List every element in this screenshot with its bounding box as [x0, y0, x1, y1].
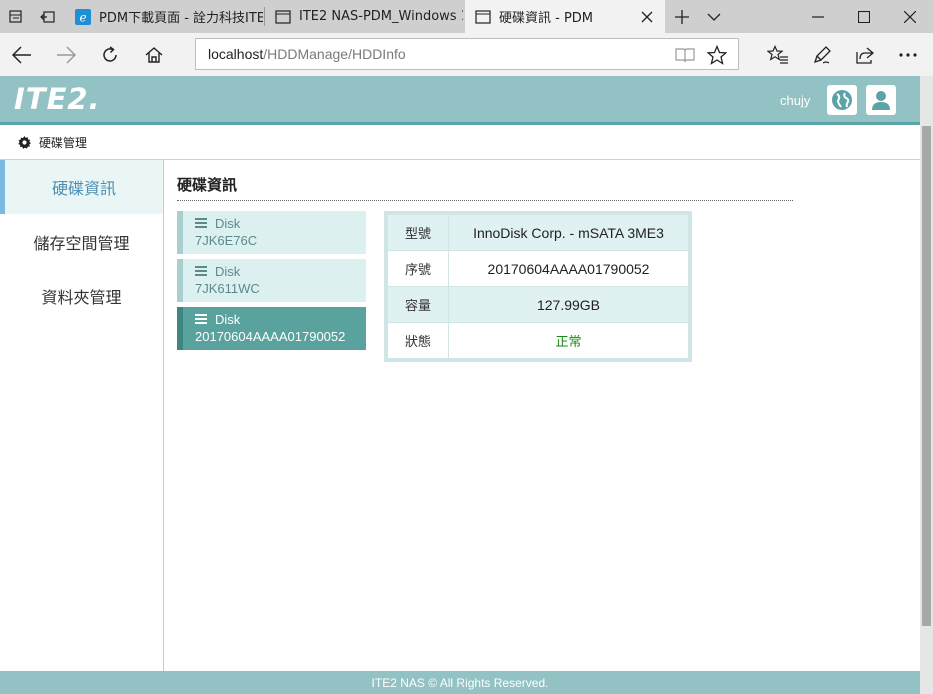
info-value: 127.99GB — [448, 286, 689, 323]
web-note-pen-icon[interactable] — [804, 37, 840, 73]
url-input[interactable]: localhost/HDDManage/HDDInfo — [195, 38, 739, 70]
tab-title: 硬碟資訊 - PDM — [499, 11, 594, 26]
more-options-icon[interactable] — [890, 37, 926, 73]
username-label[interactable]: chujy — [780, 93, 810, 108]
app-header: ITE2. chujy — [0, 76, 920, 122]
tab-title: PDM下載頁面 - 詮力科技ITE — [99, 11, 263, 26]
info-row-status: 狀態 正常 — [387, 322, 689, 359]
new-tab-icon[interactable] — [665, 0, 699, 33]
minimize-icon[interactable] — [795, 0, 841, 33]
info-key: 容量 — [387, 286, 449, 323]
disk-serial: 7JK611WC — [195, 281, 260, 296]
sidebar-item-label: 硬碟資訊 — [51, 179, 116, 198]
info-value: InnoDisk Corp. - mSATA 3ME3 — [448, 214, 689, 251]
ite2-logo[interactable]: ITE2. — [14, 82, 101, 116]
tab-preview-chevron-icon[interactable] — [697, 0, 731, 33]
user-profile-icon[interactable] — [866, 85, 896, 115]
scrollbar-thumb[interactable] — [922, 126, 931, 626]
vertical-scrollbar[interactable] — [920, 76, 933, 694]
reading-view-icon[interactable] — [671, 44, 699, 66]
share-icon[interactable] — [846, 37, 882, 73]
disk-serial: 7JK6E76C — [195, 233, 258, 248]
home-icon[interactable] — [136, 37, 172, 73]
footer-text: ITE2 NAS © All Rights Reserved. — [371, 675, 549, 690]
disk-label: Disk — [215, 215, 241, 231]
edge-page-icon: e — [75, 8, 91, 25]
sidebar-item-label: 儲存空間管理 — [33, 234, 130, 253]
tab-hdd-info[interactable]: 硬碟資訊 - PDM — [465, 0, 665, 33]
maximize-icon[interactable] — [841, 0, 887, 33]
disk-info-table: 型號 InnoDisk Corp. - mSATA 3ME3 序號 201706… — [384, 211, 692, 362]
breadcrumb-label: 硬碟管理 — [39, 135, 88, 150]
disk-serial: 20170604AAAA01790052 — [195, 329, 346, 344]
tab-pdm-download[interactable]: e PDM下載頁面 - 詮力科技ITE — [65, 0, 263, 33]
sidebar-item-storage-management[interactable]: 儲存空間管理 — [0, 215, 163, 269]
info-key: 狀態 — [387, 322, 449, 359]
sidebar-item-label: 資料夾管理 — [41, 288, 122, 307]
page-icon — [475, 9, 491, 25]
footer: ITE2 NAS © All Rights Reserved. — [0, 671, 920, 694]
window-close-icon[interactable] — [887, 0, 933, 33]
disk-label: Disk — [215, 311, 241, 327]
globe-language-icon[interactable] — [827, 85, 857, 115]
disk-list-item-selected[interactable]: Disk 20170604AAAA01790052 — [177, 307, 366, 350]
close-tab-icon[interactable] — [635, 0, 659, 33]
page-title: 硬碟資訊 — [177, 176, 238, 194]
disk-label: Disk — [215, 263, 241, 279]
menu-lines-icon — [195, 314, 207, 324]
browser-address-bar: localhost/HDDManage/HDDInfo — [0, 33, 933, 76]
info-row-capacity: 容量 127.99GB — [387, 286, 689, 323]
info-row-model: 型號 InnoDisk Corp. - mSATA 3ME3 — [387, 214, 689, 251]
title-divider — [177, 200, 793, 201]
info-value: 20170604AAAA01790052 — [448, 250, 689, 287]
info-key: 型號 — [387, 214, 449, 251]
back-arrow-icon[interactable] — [4, 37, 40, 73]
svg-text:e: e — [79, 10, 86, 24]
menu-lines-icon — [195, 266, 207, 276]
sidebar: 硬碟資訊 儲存空間管理 資料夾管理 — [0, 160, 164, 671]
favorite-star-icon[interactable] — [703, 44, 731, 66]
tab-ite2-nas[interactable]: ITE2 NAS-PDM_Windows 1( — [265, 0, 463, 33]
favorites-hub-icon[interactable] — [760, 37, 796, 73]
breadcrumb: 硬碟管理 — [0, 125, 920, 160]
tab-title: ITE2 NAS-PDM_Windows 1( — [299, 9, 463, 24]
browser-tab-strip: e PDM下載頁面 - 詮力科技ITE ITE2 NAS-PDM_Windows… — [0, 0, 933, 33]
tab-list-icon[interactable] — [0, 0, 32, 33]
status-value: 正常 — [448, 322, 689, 359]
info-key: 序號 — [387, 250, 449, 287]
menu-lines-icon — [195, 218, 207, 228]
disk-list-item[interactable]: Disk 7JK6E76C — [177, 211, 366, 254]
refresh-icon[interactable] — [92, 37, 128, 73]
sidebar-item-folder-management[interactable]: 資料夾管理 — [0, 269, 163, 323]
set-tabs-aside-icon[interactable] — [32, 0, 64, 33]
forward-arrow-icon[interactable] — [48, 37, 84, 73]
info-row-serial: 序號 20170604AAAA01790052 — [387, 250, 689, 287]
page-icon — [275, 9, 291, 25]
disk-list-item[interactable]: Disk 7JK611WC — [177, 259, 366, 302]
sidebar-item-hdd-info[interactable]: 硬碟資訊 — [0, 160, 163, 214]
gear-icon — [18, 135, 31, 149]
url-path: /HDDManage/HDDInfo — [263, 46, 406, 62]
url-host: localhost — [208, 46, 264, 62]
